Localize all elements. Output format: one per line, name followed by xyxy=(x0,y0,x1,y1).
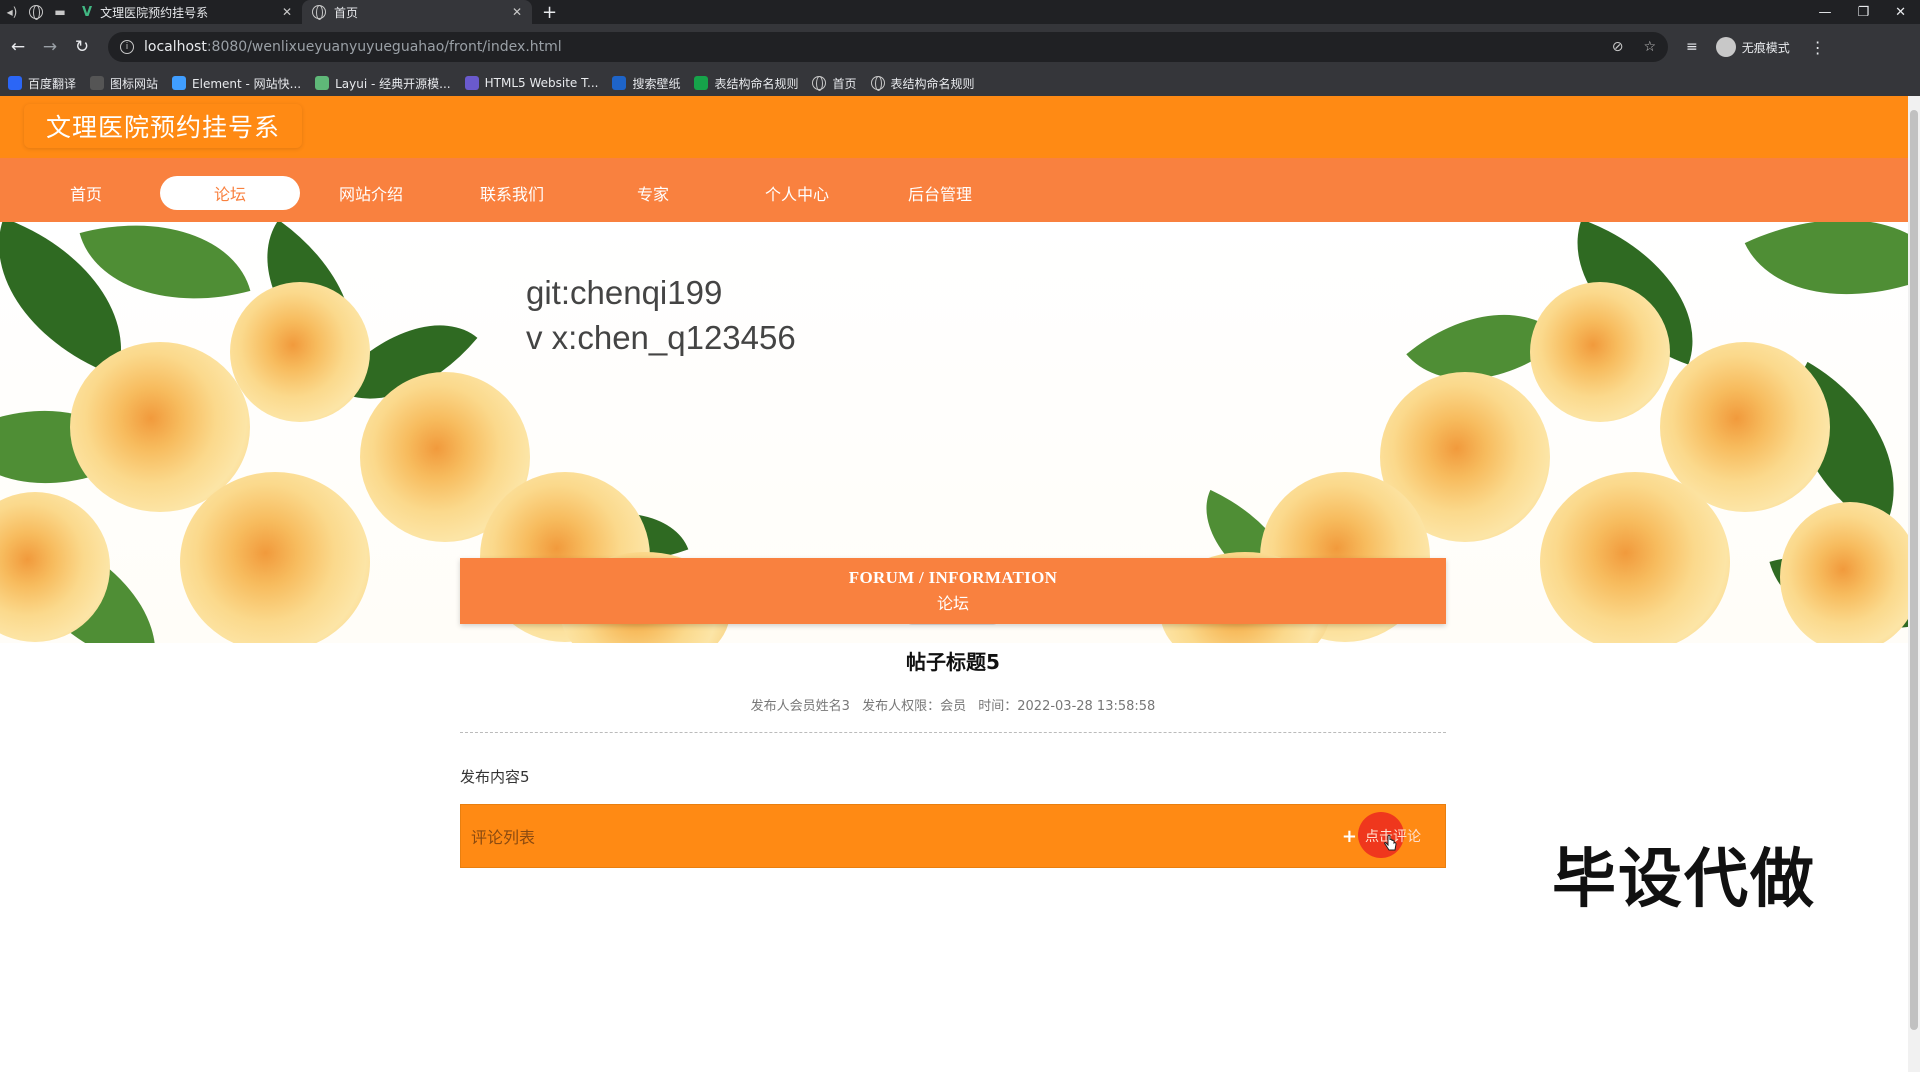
incognito-icon xyxy=(1715,37,1736,57)
comment-list-label: 评论列表 xyxy=(471,828,536,847)
info-icon[interactable]: i xyxy=(120,40,134,54)
url-host: localhost xyxy=(144,39,207,55)
bookmark-label: 搜索壁纸 xyxy=(632,76,681,91)
plus-icon: + xyxy=(1341,825,1357,847)
eye-off-icon[interactable]: ⊘ xyxy=(1612,39,1624,55)
post-content: 发布内容5 xyxy=(460,768,530,786)
bookmark-item[interactable]: 图标网站 xyxy=(90,75,158,92)
new-tab-button[interactable]: + xyxy=(532,2,567,23)
translate-icon xyxy=(8,76,22,90)
bookmark-label: Element - 网站快... xyxy=(192,76,302,91)
globe-icon xyxy=(312,5,326,20)
flag-icon xyxy=(90,76,105,90)
restore-icon[interactable]: ❐ xyxy=(1857,5,1869,20)
vue-logo-icon: V xyxy=(82,4,93,20)
layui-icon xyxy=(315,76,330,90)
bookmarks-bar: 百度翻译 图标网站 Element - 网站快... Layui - 经典开源模… xyxy=(0,70,1920,96)
tab-title: 首页 xyxy=(334,5,359,20)
forum-heading-en: FORUM / INFORMATION xyxy=(848,568,1058,587)
forum-heading-cn: 论坛 xyxy=(936,594,969,613)
banner-text: git:chenqi199 v x:chen_q123456 xyxy=(526,270,796,360)
profile-button[interactable]: 无痕模式 xyxy=(1715,37,1790,57)
bookmark-label: HTML5 Website T... xyxy=(484,76,599,90)
reload-icon[interactable]: ↻ xyxy=(66,37,98,57)
tab-home[interactable]: 首页 ✕ xyxy=(302,0,532,24)
bookmark-label: 图标网站 xyxy=(110,76,159,91)
watermark-text: 毕设代做 xyxy=(1552,843,1816,917)
bookmark-item[interactable]: Element - 网站快... xyxy=(172,75,301,92)
bookmark-item[interactable]: 表结构命名规则 xyxy=(694,75,798,92)
element-icon xyxy=(172,76,187,90)
window-icon[interactable]: ▬ xyxy=(48,0,72,24)
menu-icon[interactable]: ⋮ xyxy=(1810,38,1826,57)
close-icon[interactable]: ✕ xyxy=(512,5,522,19)
bookmark-item[interactable]: HTML5 Website T... xyxy=(464,76,599,90)
window-controls: — ❐ ✕ xyxy=(1818,5,1920,20)
bookmark-label: 表结构命名规则 xyxy=(714,76,799,91)
bookmark-item[interactable]: Layui - 经典开源模... xyxy=(315,75,451,92)
nav-about[interactable]: 网站介绍 xyxy=(301,176,441,210)
scrollbar-thumb[interactable] xyxy=(1910,110,1918,1030)
url-path: :8080/wenlixueyuanyuyueguahao/front/inde… xyxy=(206,39,562,55)
banner-line-1: git:chenqi199 xyxy=(526,274,723,311)
profile-label: 无痕模式 xyxy=(1741,40,1790,55)
minimize-icon[interactable]: — xyxy=(1818,5,1831,20)
nav-contact[interactable]: 联系我们 xyxy=(442,176,582,210)
bookmark-label: 百度翻译 xyxy=(28,76,77,91)
comment-list-bar: 评论列表 + 点击评论 xyxy=(460,804,1446,868)
globe-icon[interactable] xyxy=(24,0,48,24)
html5-icon xyxy=(464,76,479,90)
bookmark-item[interactable]: 表结构命名规则 xyxy=(870,75,975,92)
speaker-icon[interactable]: ◂) xyxy=(0,0,24,24)
nav-experts[interactable]: 专家 xyxy=(583,176,723,210)
post-role: 发布人权限：会员 xyxy=(862,699,967,714)
site-header: 文理医院预约挂号系 xyxy=(0,96,1908,158)
bookmark-label: 首页 xyxy=(832,76,857,91)
site-title: 文理医院预约挂号系 xyxy=(24,104,302,148)
post-title: 帖子标题5 xyxy=(906,650,1000,674)
post-divider xyxy=(460,732,1446,733)
nav-user-center[interactable]: 个人中心 xyxy=(727,176,867,210)
hand-cursor-icon xyxy=(1384,834,1397,850)
forum-heading: FORUM / INFORMATION 论坛 xyxy=(460,558,1446,624)
close-window-icon[interactable]: ✕ xyxy=(1895,5,1906,20)
globe-icon xyxy=(812,76,827,91)
address-bar-row: ← → ↻ i localhost:8080/wenlixueyuanyuyue… xyxy=(0,24,1920,70)
reading-list-icon[interactable]: ≡ xyxy=(1686,39,1698,55)
add-comment-button[interactable]: + 点击评论 xyxy=(1341,811,1435,858)
tab-hospital[interactable]: V 文理医院预约挂号系 ✕ xyxy=(72,0,302,24)
nav-forum[interactable]: 论坛 xyxy=(160,176,300,210)
banner-line-2: v x:chen_q123456 xyxy=(526,319,796,356)
forward-icon[interactable]: → xyxy=(34,37,66,57)
url-input[interactable]: i localhost:8080/wenlixueyuanyuyueguahao… xyxy=(108,32,1668,62)
globe-icon xyxy=(870,76,885,91)
back-icon[interactable]: ← xyxy=(2,37,34,57)
bookmark-item[interactable]: 百度翻译 xyxy=(8,75,76,92)
post-meta: 发布人会员姓名3 发布人权限：会员 时间：2022-03-28 13:58:58 xyxy=(460,695,1446,714)
post-author: 发布人会员姓名3 xyxy=(750,699,850,714)
tab-title: 文理医院预约挂号系 xyxy=(100,5,209,20)
bookmark-star-icon[interactable]: ☆ xyxy=(1643,39,1656,55)
bookmark-label: 表结构命名规则 xyxy=(890,76,975,91)
sheet-icon xyxy=(694,76,709,90)
wallpaper-icon xyxy=(612,76,627,90)
bookmark-item[interactable]: 搜索壁纸 xyxy=(612,75,680,92)
browser-tab-bar: ◂) ▬ V 文理医院预约挂号系 ✕ 首页 ✕ + — ❐ ✕ xyxy=(0,0,1920,24)
bookmark-label: Layui - 经典开源模... xyxy=(335,76,451,91)
site-nav: 首页 论坛 网站介绍 联系我们 专家 个人中心 后台管理 xyxy=(0,158,1908,222)
bookmark-item[interactable]: 首页 xyxy=(812,75,857,92)
close-icon[interactable]: ✕ xyxy=(282,5,292,19)
post-time: 时间：2022-03-28 13:58:58 xyxy=(978,699,1156,714)
nav-admin[interactable]: 后台管理 xyxy=(870,176,1010,210)
page-scrollbar[interactable] xyxy=(1908,96,1920,1072)
nav-home[interactable]: 首页 xyxy=(16,176,156,210)
